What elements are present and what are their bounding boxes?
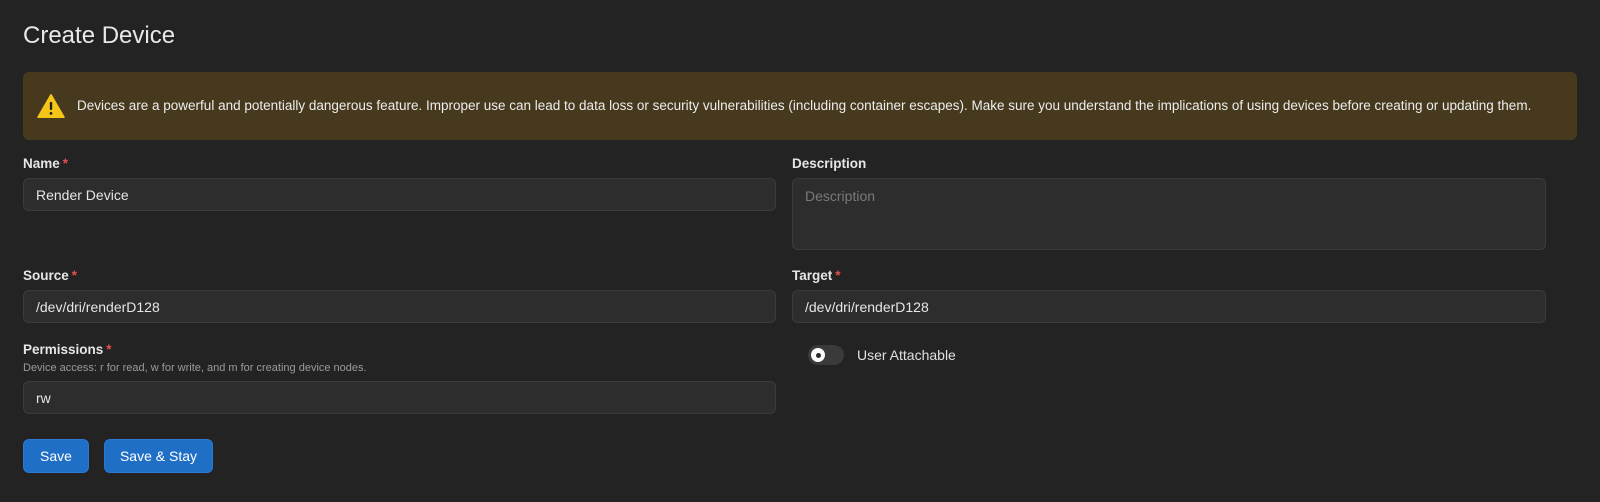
name-label-text: Name (23, 156, 60, 171)
target-label-text: Target (792, 268, 833, 283)
source-label: Source * (23, 268, 77, 283)
page-title: Create Device (23, 22, 176, 49)
required-mark: * (106, 342, 112, 357)
alert-message: Devices are a powerful and potentially d… (77, 98, 1532, 113)
name-label: Name * (23, 156, 68, 171)
save-and-stay-button[interactable]: Save & Stay (104, 439, 213, 473)
required-mark: * (62, 156, 69, 171)
target-label: Target * (792, 268, 841, 283)
toggle-knob (811, 348, 825, 362)
permissions-hint: Device access: r for read, w for write, … (23, 362, 367, 374)
permissions-label: Permissions * (23, 342, 112, 357)
required-mark: * (835, 268, 841, 283)
warning-icon (37, 94, 65, 118)
name-input[interactable] (23, 178, 776, 211)
required-mark: * (71, 268, 78, 283)
permissions-input[interactable] (23, 381, 776, 414)
description-input[interactable] (792, 178, 1546, 250)
source-input[interactable] (23, 290, 776, 323)
toggle-track[interactable] (808, 345, 844, 365)
user-attachable-switch[interactable]: User Attachable (808, 345, 956, 365)
permissions-label-text: Permissions (23, 342, 104, 357)
save-button[interactable]: Save (23, 439, 89, 473)
warning-alert: Devices are a powerful and potentially d… (23, 72, 1577, 140)
target-input[interactable] (792, 290, 1546, 323)
create-device-page: Create Device Devices are a powerful and… (0, 0, 1600, 502)
source-label-text: Source (23, 268, 69, 283)
user-attachable-label: User Attachable (857, 347, 956, 363)
description-label: Description (792, 156, 867, 171)
